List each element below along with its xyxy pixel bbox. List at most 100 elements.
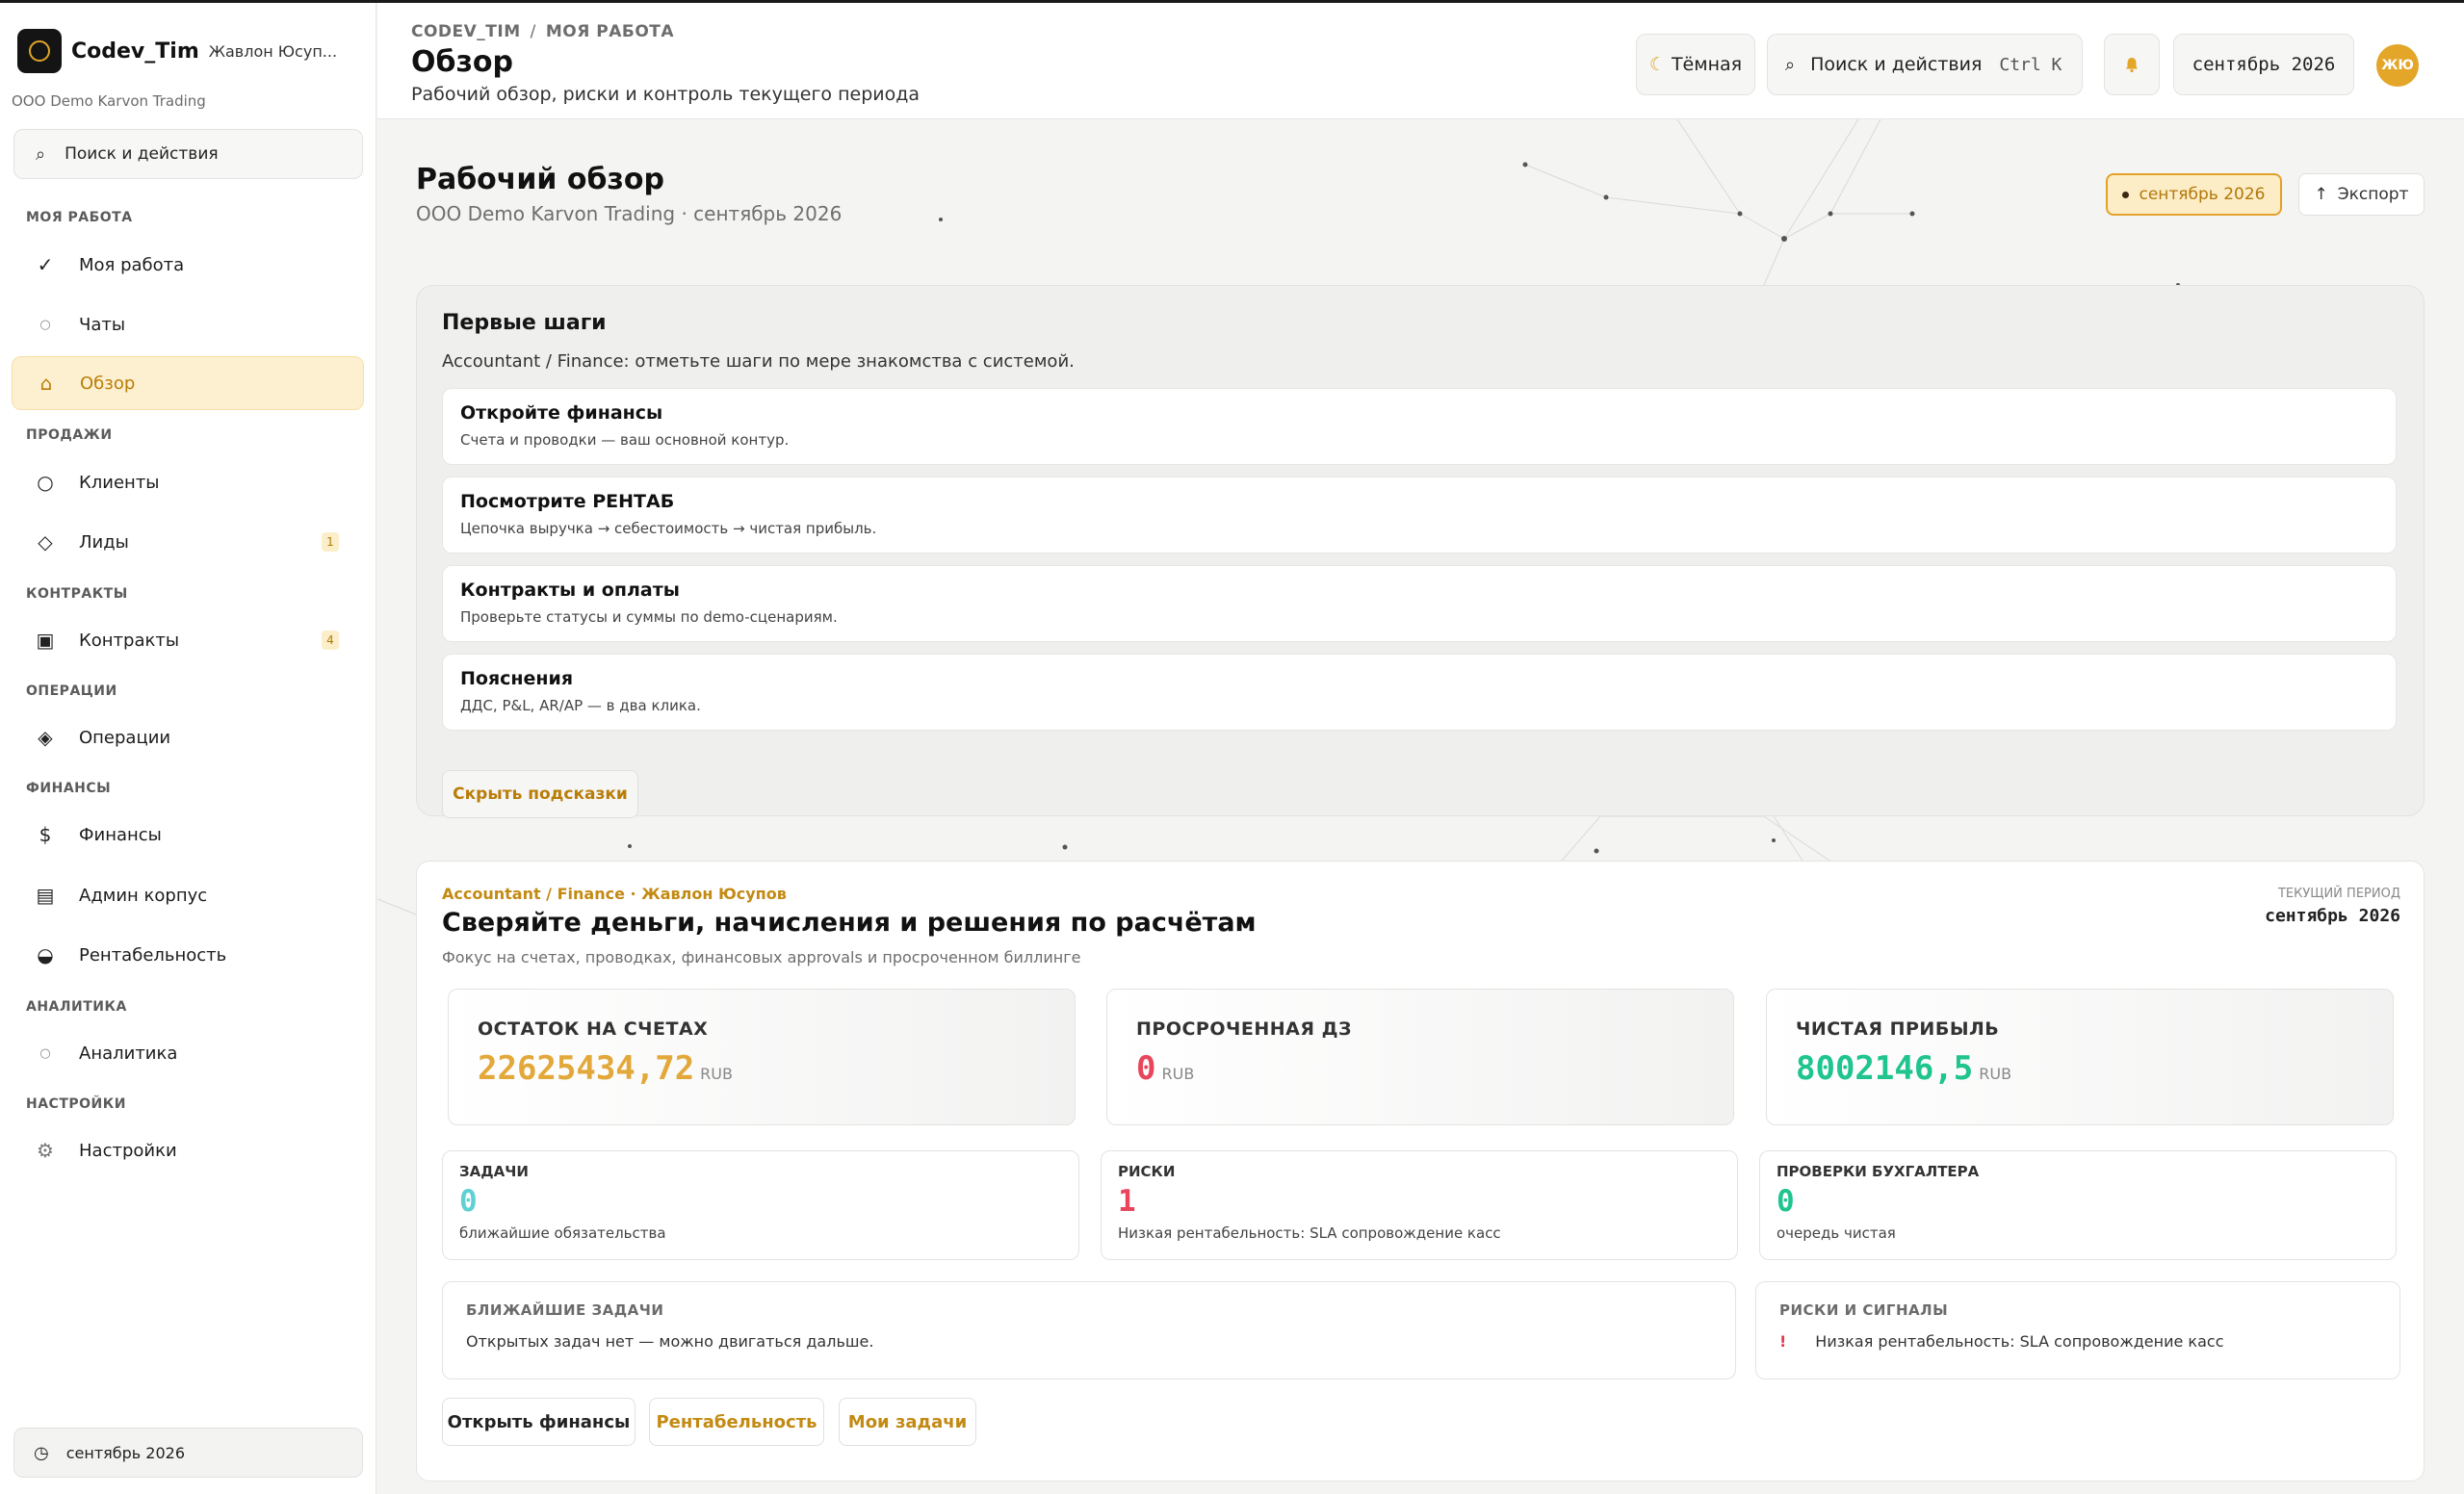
export-button[interactable]: ↑ Экспорт	[2298, 173, 2425, 216]
risk-item[interactable]: ! Низкая рентабельность: SLA сопровождени…	[1779, 1332, 2376, 1351]
moon-icon: ☾	[1648, 54, 1666, 75]
top-header: CODEV_TIM / МОЯ РАБОТА Обзор Рабочий обзор…	[377, 3, 2464, 119]
notifications-button[interactable]	[2104, 34, 2160, 95]
profitability-button[interactable]: Рентабельность	[649, 1398, 824, 1446]
gear-icon: ⚙	[37, 1139, 54, 1162]
avatar[interactable]: ЖЮ	[2376, 44, 2419, 87]
sidebar-item-leads[interactable]: ◇ Лиды 1	[12, 515, 364, 569]
alert-icon: !	[1779, 1332, 1787, 1351]
section-sales: ПРОДАЖИ	[26, 427, 113, 443]
sidebar-item-my-work[interactable]: ✓ Моя работа	[12, 238, 364, 292]
step-card[interactable]: Пояснения ДДС, P&L, AR/AP — в два клика.	[442, 654, 2397, 731]
box-text: Открытых задач нет — можно двигаться дал…	[466, 1332, 874, 1351]
overview-subtitle: ООО Demo Karvon Trading · сентябрь 2026	[416, 202, 843, 225]
kpi-unit: RUB	[1161, 1065, 1195, 1083]
kpi-card-net-profit[interactable]: ЧИСТАЯ ПРИБЫЛЬ 8002146,5 RUB	[1766, 989, 2394, 1125]
hide-hints-button[interactable]: Скрыть подсказки	[442, 770, 638, 818]
sidebar-item-label: Чаты	[79, 314, 126, 335]
sidebar-item-label: Финансы	[79, 824, 162, 845]
step-description: ДДС, P&L, AR/AP — в два клика.	[460, 697, 701, 714]
sidebar: Codev_Tim Жавлон Юсуп... ООО Demo Karvon…	[0, 3, 376, 1494]
step-card[interactable]: Контракты и оплаты Проверьте статусы и с…	[442, 565, 2397, 642]
kpi-unit: RUB	[700, 1065, 733, 1083]
sidebar-item-chats[interactable]: ○ Чаты	[12, 297, 364, 351]
sidebar-item-label: Клиенты	[79, 472, 160, 493]
open-finance-button[interactable]: Открыть финансы	[442, 1398, 635, 1446]
focus-title: Сверяйте деньги, начисления и решения по…	[442, 908, 1257, 938]
search-icon: ⌕	[36, 143, 46, 165]
command-search-label: Поиск и действия	[1810, 54, 1983, 75]
kpi-unit: RUB	[1979, 1065, 2012, 1083]
breadcrumb-current[interactable]: МОЯ РАБОТА	[546, 22, 674, 41]
shortcut-hint: Ctrl K	[1999, 54, 2062, 75]
circle-icon: ○	[37, 471, 54, 494]
stat-note: очередь чистая	[1777, 1224, 1896, 1242]
kpi-card-overdue-receivables[interactable]: ПРОСРОЧЕННАЯ ДЗ 0 RUB	[1106, 989, 1734, 1125]
list-icon: ▤	[36, 884, 55, 907]
box-label: БЛИЖАЙШИЕ ЗАДАЧИ	[466, 1301, 664, 1319]
kpi-label: ПРОСРОЧЕННАЯ ДЗ	[1136, 1018, 1353, 1040]
sidebar-item-admin[interactable]: ▤ Админ корпус	[12, 868, 364, 922]
box-label: РИСКИ И СИГНАЛЫ	[1779, 1301, 1949, 1319]
sidebar-item-finance[interactable]: $ Финансы	[12, 808, 364, 862]
risk-text: Низкая рентабельность: SLA сопровождение…	[1815, 1332, 2224, 1351]
step-title: Пояснения	[460, 668, 574, 689]
step-card[interactable]: Откройте финансы Счета и проводки — ваш …	[442, 388, 2397, 465]
section-finance: ФИНАНСЫ	[26, 781, 112, 796]
sidebar-item-overview[interactable]: ⌂ Обзор	[12, 356, 364, 410]
stat-label: РИСКИ	[1118, 1163, 1176, 1180]
brand-name: Codev_Tim	[71, 39, 199, 64]
stat-note: ближайшие обязательства	[459, 1224, 666, 1242]
sidebar-item-clients[interactable]: ○ Клиенты	[12, 455, 364, 509]
kpi-label: ОСТАТОК НА СЧЕТАХ	[478, 1018, 709, 1040]
sidebar-item-operations[interactable]: ◈ Операции	[12, 710, 364, 764]
first-steps-subtitle: Accountant / Finance: отметьте шаги по м…	[442, 351, 1075, 372]
section-contracts: КОНТРАКТЫ	[26, 586, 128, 602]
step-title: Контракты и оплаты	[460, 580, 680, 601]
step-description: Цепочка выручка → себестоимость → чистая…	[460, 520, 877, 537]
focus-kicker: Accountant / Finance · Жавлон Юсупов	[442, 885, 787, 903]
sidebar-item-contracts[interactable]: ▣ Контракты 4	[12, 613, 364, 667]
sidebar-item-analytics[interactable]: ○ Аналитика	[12, 1026, 364, 1080]
step-description: Счета и проводки — ваш основной контур.	[460, 431, 790, 449]
stat-value: 1	[1118, 1184, 1136, 1219]
stat-label: ПРОВЕРКИ БУХГАЛТЕРА	[1777, 1163, 1980, 1180]
current-period-value: сентябрь 2026	[2265, 906, 2400, 926]
sidebar-item-settings[interactable]: ⚙ Настройки	[12, 1123, 364, 1177]
period-button[interactable]: сентябрь 2026	[2173, 34, 2354, 95]
command-search-button[interactable]: ⌕ Поиск и действия Ctrl K	[1767, 34, 2083, 95]
diamond-icon: ◇	[38, 530, 53, 554]
sidebar-period-label: сентябрь 2026	[65, 1443, 186, 1462]
step-card[interactable]: Посмотрите РЕНТАБ Цепочка выручка → себе…	[442, 477, 2397, 554]
sidebar-item-label: Настройки	[79, 1140, 177, 1161]
kpi-value: 22625434,72	[478, 1049, 695, 1088]
search-icon: ⌕	[1785, 54, 1796, 75]
period-pill[interactable]: сентябрь 2026	[2106, 173, 2282, 216]
brand-logo	[17, 29, 62, 73]
sidebar-item-label: Контракты	[79, 630, 180, 651]
sidebar-item-profitability[interactable]: ◒ Рентабельность	[12, 928, 364, 982]
circle-small-icon: ○	[39, 317, 51, 332]
stat-card-accountant-checks[interactable]: ПРОВЕРКИ БУХГАЛТЕРА 0 очередь чистая	[1759, 1150, 2397, 1260]
diamond-dot-icon: ◈	[38, 726, 53, 749]
dollar-icon: $	[39, 823, 52, 846]
my-tasks-button[interactable]: Мои задачи	[839, 1398, 976, 1446]
stat-card-tasks[interactable]: ЗАДАЧИ 0 ближайшие обязательства	[442, 1150, 1079, 1260]
theme-toggle-button[interactable]: ☾ Тёмная	[1636, 34, 1755, 95]
kpi-card-balance[interactable]: ОСТАТОК НА СЧЕТАХ 22625434,72 RUB	[448, 989, 1076, 1125]
step-title: Посмотрите РЕНТАБ	[460, 491, 675, 512]
sidebar-item-label: Лиды	[79, 531, 129, 553]
kpi-value: 8002146,5	[1796, 1049, 1974, 1088]
kpi-value: 0	[1136, 1049, 1156, 1088]
dot-icon	[2122, 191, 2130, 198]
stat-value: 0	[459, 1184, 478, 1219]
sidebar-item-label: Админ корпус	[79, 885, 208, 906]
first-steps-panel: Первые шаги Accountant / Finance: отметь…	[416, 285, 2425, 818]
sidebar-search[interactable]: ⌕ Поиск и действия	[13, 129, 363, 179]
breadcrumb-root[interactable]: CODEV_TIM	[411, 22, 521, 41]
kpi-label: ЧИСТАЯ ПРИБЫЛЬ	[1796, 1018, 2000, 1040]
stat-card-risks[interactable]: РИСКИ 1 Низкая рентабельность: SLA сопро…	[1101, 1150, 1738, 1260]
sidebar-period-selector[interactable]: ◷ сентябрь 2026	[13, 1428, 363, 1478]
section-settings: НАСТРОЙКИ	[26, 1096, 126, 1112]
brand[interactable]: Codev_Tim Жавлон Юсуп...	[17, 29, 337, 73]
